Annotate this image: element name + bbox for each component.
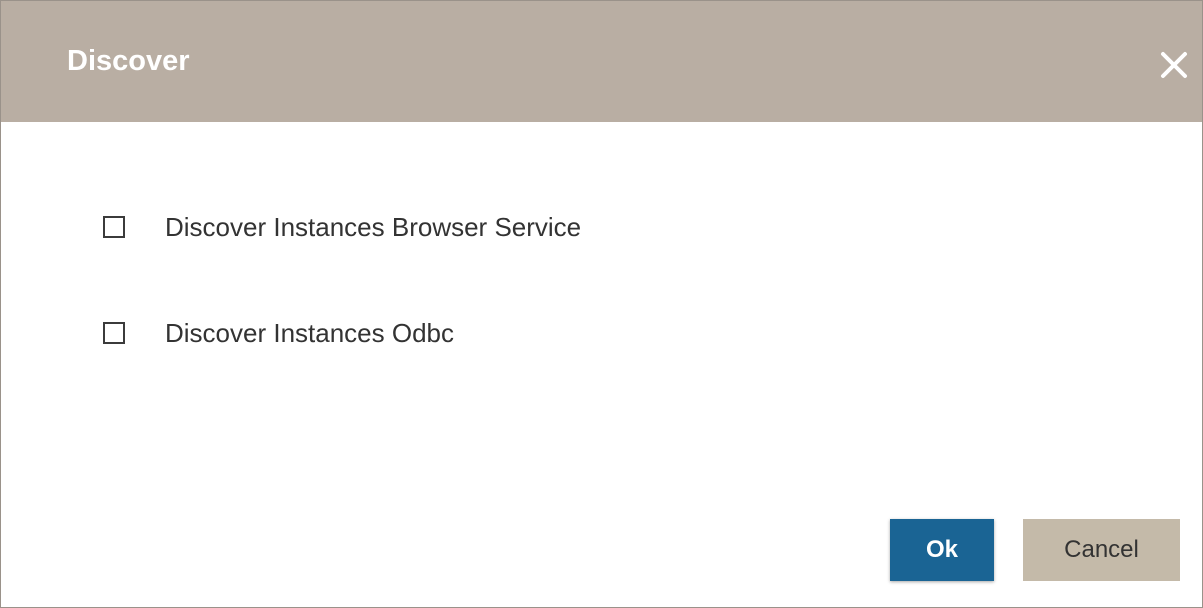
odbc-label: Discover Instances Odbc xyxy=(165,317,455,348)
option-browser-service[interactable]: Discover Instances Browser Service xyxy=(103,207,581,247)
close-button[interactable] xyxy=(1154,45,1194,85)
browser-service-checkbox[interactable] xyxy=(103,216,125,238)
option-odbc[interactable]: Discover Instances Odbc xyxy=(103,313,454,353)
browser-service-label: Discover Instances Browser Service xyxy=(165,211,582,242)
close-icon xyxy=(1161,52,1187,78)
cancel-button[interactable]: Cancel xyxy=(1023,519,1180,581)
odbc-checkbox[interactable] xyxy=(103,322,125,344)
discover-dialog: Discover Discover Instances Browser Serv… xyxy=(0,0,1203,608)
ok-button[interactable]: Ok xyxy=(890,519,994,581)
dialog-titlebar: Discover xyxy=(1,1,1202,122)
dialog-title: Discover xyxy=(67,45,190,77)
